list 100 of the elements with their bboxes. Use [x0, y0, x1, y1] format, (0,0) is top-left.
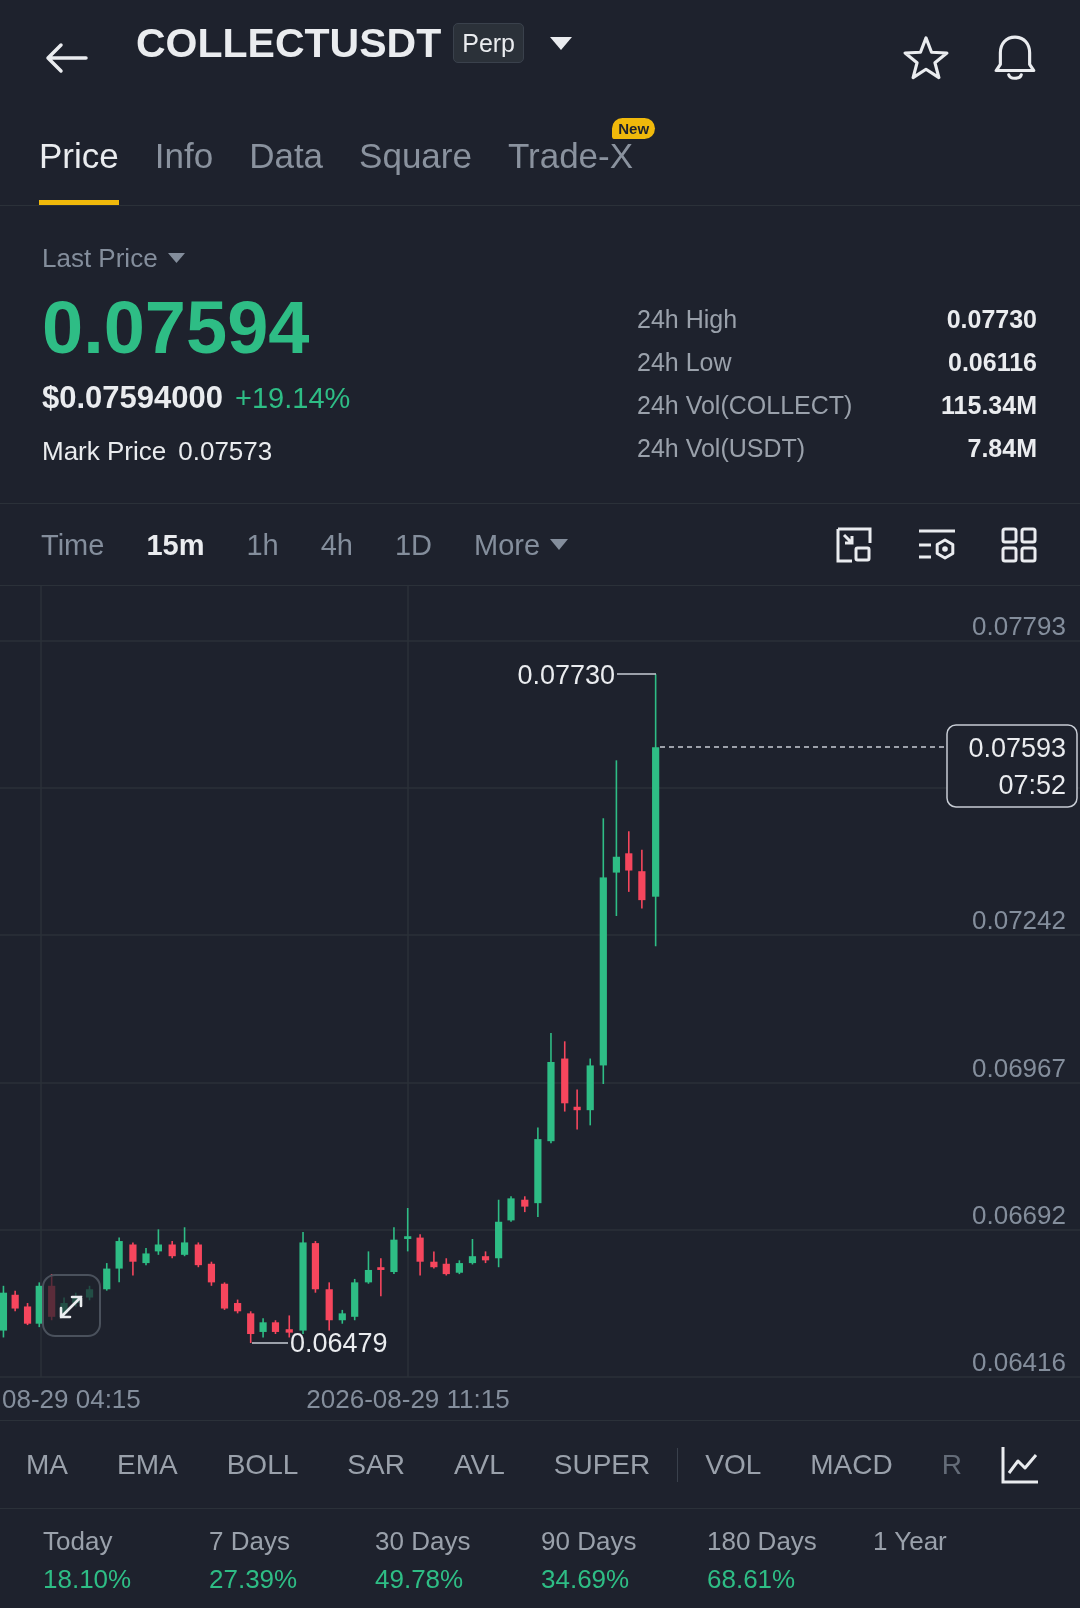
last-price: 0.07594	[42, 288, 310, 368]
stat-label: 24h Vol(COLLECT)	[637, 391, 854, 420]
rising-candle	[338, 1309, 346, 1325]
falling-candle	[23, 1302, 32, 1326]
period-change: 18.10%	[43, 1563, 133, 1596]
falling-candle	[168, 1240, 176, 1260]
period-label: 7 Days	[209, 1525, 291, 1558]
caret-down-icon	[167, 253, 185, 263]
time-axis-label: 2026-08-29 11:15	[306, 1384, 510, 1414]
period-change: 27.39%	[209, 1563, 299, 1596]
period-label: Today	[43, 1525, 114, 1558]
high-price-label: 0.07730	[517, 660, 615, 690]
interval-option[interactable]: Time	[41, 526, 105, 563]
rising-candle	[586, 1057, 594, 1127]
mark-price-label: Mark Price	[42, 435, 167, 467]
rising-candle	[404, 1207, 412, 1253]
rising-candle	[364, 1250, 373, 1285]
indicator-option[interactable]: SAR	[347, 1446, 405, 1483]
contract-type-badge: Perp	[453, 23, 524, 63]
interval-option[interactable]: 1D	[394, 526, 433, 563]
rising-candle	[351, 1278, 359, 1322]
indicator-option[interactable]: MACD	[810, 1446, 893, 1483]
indicator-option[interactable]: BOLL	[226, 1446, 299, 1483]
indicator-option[interactable]: SUPER	[553, 1446, 651, 1483]
line-chart-icon[interactable]	[1000, 1445, 1040, 1484]
indicator-option[interactable]: AVL	[453, 1446, 505, 1483]
indicator-option[interactable]: MA	[26, 1446, 68, 1483]
stat-label: 24h Low	[637, 348, 733, 377]
grid-icon[interactable]	[1001, 526, 1037, 563]
rising-candle	[259, 1317, 267, 1339]
falling-candle	[521, 1195, 529, 1213]
falling-candle	[430, 1250, 438, 1270]
price-axis-label: 0.06967	[972, 1053, 1066, 1083]
usd-price: $0.07594000	[42, 379, 224, 417]
tab[interactable]: Square	[359, 116, 472, 205]
falling-candle	[285, 1314, 293, 1339]
back-arrow-icon[interactable]	[44, 42, 88, 74]
more-dropdown[interactable]: More	[474, 526, 569, 563]
interval-option[interactable]: 1h	[246, 526, 279, 563]
stat-value: 0.07730	[946, 305, 1037, 334]
rising-candle	[35, 1281, 43, 1328]
star-icon[interactable]	[903, 36, 949, 80]
rising-candle	[115, 1236, 123, 1284]
time-axis-label: 08-29 04:15	[2, 1384, 141, 1414]
falling-candle	[625, 830, 633, 893]
low-price-label: 0.06479	[290, 1328, 388, 1358]
falling-candle	[573, 1088, 581, 1131]
new-badge: New	[612, 118, 656, 139]
falling-candle	[207, 1260, 216, 1287]
price-type-dropdown[interactable]: Last Price	[42, 242, 185, 274]
tab[interactable]: Data	[249, 116, 324, 205]
caret-down-icon	[550, 539, 569, 550]
tab[interactable]: Info	[154, 116, 214, 205]
falling-candle	[234, 1298, 242, 1315]
falling-candle	[220, 1281, 229, 1311]
rising-candle	[495, 1198, 503, 1268]
falling-candle	[247, 1310, 255, 1344]
interval-option[interactable]: 4h	[320, 526, 353, 563]
falling-candle	[129, 1241, 137, 1277]
period-change: 34.69%	[541, 1563, 631, 1596]
rising-candle	[154, 1228, 162, 1256]
period-label: 180 Days	[707, 1525, 818, 1558]
minimize-window-icon[interactable]	[835, 525, 873, 564]
current-price-label: 0.07593	[968, 733, 1066, 763]
falling-candle	[638, 849, 646, 910]
falling-candle	[416, 1233, 424, 1277]
stat-label: 24h High	[637, 305, 739, 334]
caret-down-icon[interactable]	[550, 36, 572, 50]
list-settings-icon[interactable]	[917, 527, 957, 562]
expand-button[interactable]	[42, 1274, 101, 1337]
mark-price-value: 0.07573	[178, 435, 273, 467]
falling-candle	[271, 1319, 280, 1335]
indicator-option[interactable]: VOL	[705, 1446, 762, 1483]
price-axis-label: 0.07242	[972, 905, 1066, 935]
falling-candle	[481, 1250, 490, 1264]
indicator-option[interactable]: R	[941, 1446, 962, 1483]
countdown-label: 07:52	[998, 770, 1066, 800]
stat-label: 24h Vol(USDT)	[637, 434, 807, 463]
period-label: 1 Year	[873, 1525, 948, 1558]
falling-candle	[11, 1289, 19, 1313]
low-price-leader	[251, 1342, 289, 1344]
rising-candle	[468, 1238, 477, 1266]
price-axis-label: 0.06416	[972, 1347, 1066, 1377]
expand-icon	[59, 1295, 83, 1319]
rising-candle	[180, 1226, 189, 1257]
rising-candle	[0, 1285, 8, 1339]
period-label: 90 Days	[541, 1525, 638, 1558]
falling-candle	[311, 1240, 320, 1294]
interval-option[interactable]: 15m	[146, 526, 205, 563]
price-change: +19.14%	[235, 381, 351, 416]
period-change: 68.61%	[707, 1563, 797, 1596]
rising-candle	[507, 1195, 515, 1223]
falling-candle	[377, 1257, 385, 1297]
price-axis-label: 0.07793	[972, 611, 1066, 641]
stat-value: 0.06116	[948, 348, 1037, 377]
indicator-option[interactable]: EMA	[117, 1446, 178, 1483]
tab[interactable]: Price	[39, 116, 119, 205]
period-label: 30 Days	[375, 1525, 472, 1558]
bell-icon[interactable]	[993, 35, 1037, 81]
falling-candle	[194, 1241, 202, 1268]
